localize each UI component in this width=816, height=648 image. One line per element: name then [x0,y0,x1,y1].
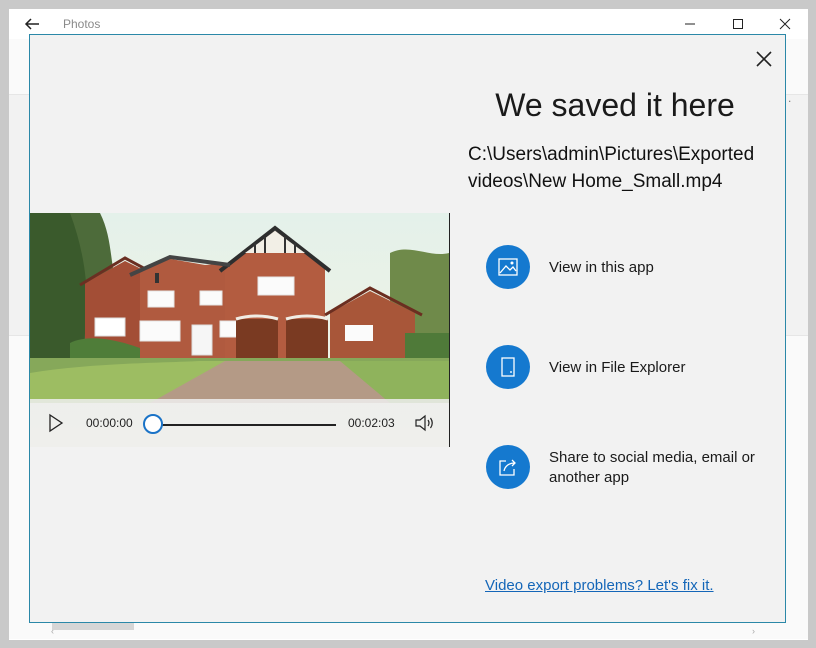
seek-thumb[interactable] [143,414,163,434]
app-title: Photos [63,17,101,31]
close-icon [756,51,772,67]
play-button[interactable] [44,412,66,434]
maximize-icon [733,19,743,29]
scroll-right-icon[interactable]: › [752,626,755,636]
photo-icon [498,258,518,276]
minimize-icon [685,23,695,25]
seek-bar[interactable] [154,424,336,426]
background-dot: . [788,91,792,105]
action-label: View in this app [549,259,654,276]
dialog-close-button[interactable] [752,47,776,71]
minimize-button[interactable] [681,15,699,33]
saved-file-path: C:\Users\admin\Pictures\Exported videos\… [468,144,755,192]
back-arrow-icon [24,18,39,30]
action-label: Share to social media, email or another … [549,449,755,486]
file-icon [501,357,515,377]
back-button[interactable] [21,13,43,35]
share-action[interactable]: Share to social media, email or another … [486,445,776,493]
close-icon [779,18,791,30]
action-icon-circle [486,245,530,289]
current-time: 00:00:00 [86,416,133,430]
export-saved-dialog: We saved it here C:\Users\admin\Pictures… [29,34,786,623]
action-icon-circle [486,445,530,489]
volume-button[interactable] [413,412,437,434]
video-divider [449,213,450,447]
video-preview[interactable]: 00:00:00 00:02:03 [30,213,449,447]
dialog-title: We saved it here [495,87,735,123]
view-in-app-action[interactable]: View in this app [486,245,776,293]
player-controls: 00:00:00 00:02:03 [30,399,449,447]
action-icon-circle [486,345,530,389]
window-close-button[interactable] [776,15,794,33]
volume-icon [415,414,433,432]
maximize-button[interactable] [729,15,747,33]
share-icon [499,459,516,476]
action-label: View in File Explorer [549,359,686,376]
play-icon [49,413,64,433]
view-in-file-explorer-action[interactable]: View in File Explorer [486,345,776,393]
export-problems-link[interactable]: Video export problems? Let's fix it. [485,577,714,594]
total-time: 00:02:03 [348,416,395,430]
horizontal-scrollbar[interactable] [49,625,763,637]
